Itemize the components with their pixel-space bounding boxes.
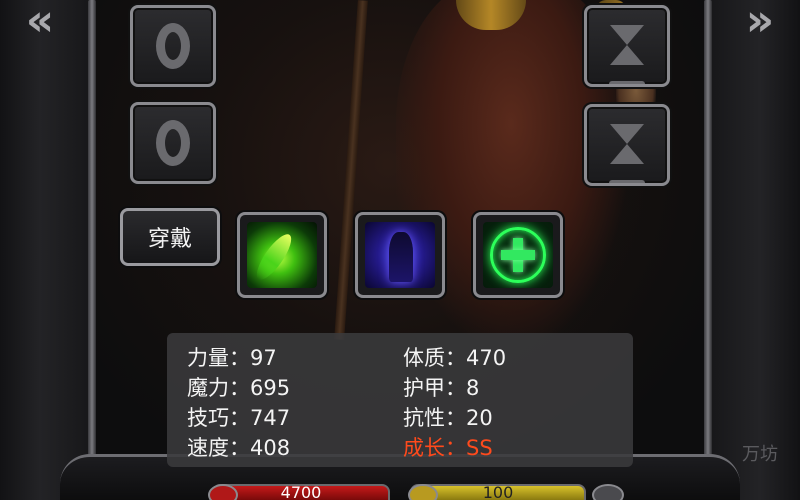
frame-right-border <box>700 0 800 500</box>
mp-value: 100 <box>482 484 514 500</box>
shadow-figure-skill-icon <box>365 222 435 288</box>
next-character-button[interactable]: » <box>734 0 786 43</box>
prev-character-button[interactable]: « <box>14 0 66 43</box>
stat-resistance: 抗性：20 <box>403 406 493 430</box>
ring-slot-1[interactable] <box>130 5 216 87</box>
heal-cross-skill-icon <box>483 222 553 288</box>
heart-icon <box>208 484 238 500</box>
wear-button[interactable]: 穿戴 <box>120 208 220 266</box>
hourglass-icon <box>609 124 645 183</box>
side-faded-text: 万坊 <box>742 444 778 465</box>
hourglass-slot-1[interactable] <box>584 5 670 87</box>
green-slash-skill-icon <box>247 222 317 288</box>
stats-column-right: 体质：470 护甲：8 抗性：20 成长：SS <box>403 343 506 463</box>
skill-slot-1[interactable] <box>237 212 327 298</box>
hourglass-slot-2[interactable] <box>584 104 670 186</box>
stat-armor: 护甲：8 <box>403 376 480 400</box>
hp-value: 4700 <box>280 484 322 500</box>
skill-slot-2[interactable] <box>355 212 445 298</box>
stat-magic: 魔力：695 <box>187 376 291 400</box>
hourglass-icon <box>609 25 645 84</box>
add-icon[interactable] <box>592 484 624 500</box>
frame-rail-left <box>88 0 96 480</box>
stat-constitution: 体质：470 <box>403 346 507 370</box>
frame-left-border <box>0 0 100 500</box>
lightning-icon <box>408 484 438 500</box>
stat-growth: 成长：SS <box>403 436 493 460</box>
stats-panel: 力量：97 魔力：695 技巧：747 速度：408 体质：470 护甲：8 抗… <box>167 333 633 467</box>
stats-column-left: 力量：97 魔力：695 技巧：747 速度：408 <box>187 343 290 463</box>
stat-speed: 速度：408 <box>187 436 291 460</box>
frame-rail-right <box>704 0 712 480</box>
ring-icon <box>156 120 190 166</box>
ring-slot-2[interactable] <box>130 102 216 184</box>
ring-icon <box>156 23 190 69</box>
stat-strength: 力量：97 <box>187 346 277 370</box>
hp-bar: 4700 <box>212 484 390 500</box>
skill-slot-3[interactable] <box>473 212 563 298</box>
stat-skill: 技巧：747 <box>187 406 291 430</box>
